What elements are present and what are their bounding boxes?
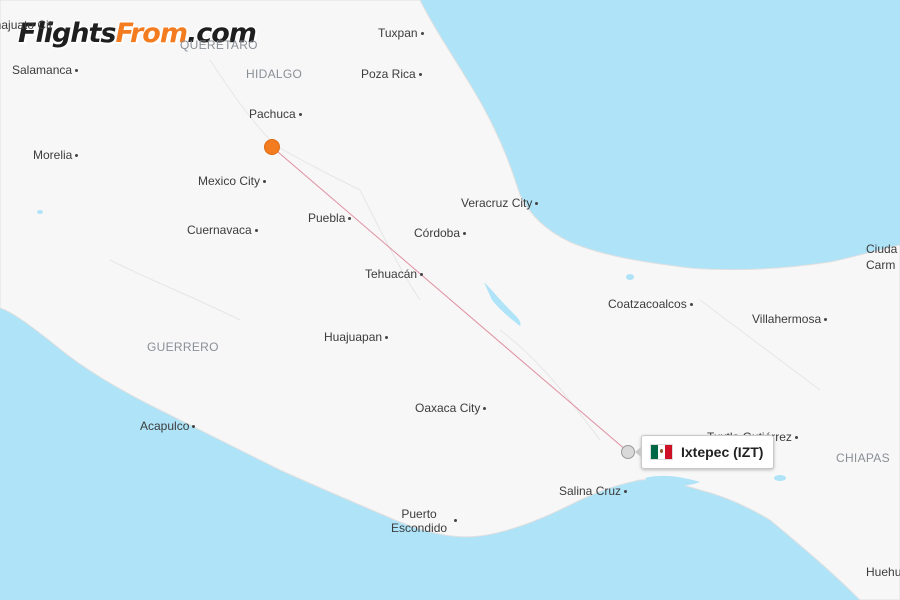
city-label-guanajuato: anajuato Cit <box>0 18 53 32</box>
city-dot <box>298 113 302 117</box>
region-label-chiapas: CHIAPAS <box>836 451 890 465</box>
city-label-puerto-escondido: Puerto Escondido <box>391 507 448 535</box>
city-label-huehuetenango: Huehu <box>866 565 900 579</box>
destination-marker-icon[interactable] <box>621 445 635 459</box>
city-label-cuernavaca: Cuernavaca <box>187 223 261 237</box>
origin-marker-icon[interactable] <box>264 139 280 155</box>
city-dot <box>483 407 487 411</box>
lake-3 <box>774 475 786 481</box>
city-label-salina-cruz: Salina Cruz <box>559 484 630 498</box>
city-label-veracruz-city: Veracruz City <box>461 196 541 210</box>
city-dot <box>824 318 828 322</box>
region-label-queretaro: QUERÉTARO <box>180 38 258 52</box>
map-base <box>0 0 900 600</box>
city-dot <box>385 336 389 340</box>
logo-part-from: From <box>115 18 187 49</box>
city-dot <box>463 232 467 236</box>
region-label-hidalgo: HIDALGO <box>246 67 303 81</box>
city-label-morelia: Morelia <box>33 148 81 162</box>
city-dot <box>75 69 79 73</box>
city-label-tuxpan: Tuxpan <box>378 26 427 40</box>
city-dot <box>263 180 267 184</box>
city-dot <box>75 154 79 158</box>
city-label-salamanca: Salamanca <box>12 63 81 77</box>
destination-airport-label: Ixtepec (IZT) <box>681 444 764 460</box>
city-dot <box>689 303 693 307</box>
city-dot <box>624 490 628 494</box>
city-label-puebla: Puebla <box>308 211 354 225</box>
lake-1 <box>626 274 634 280</box>
city-label-tehuacan: Tehuacán <box>365 267 426 281</box>
city-label-cordoba: Córdoba <box>414 226 469 240</box>
route-map[interactable]: FlightsFrom.com HIDALGO QUERÉTARO GUERRE… <box>0 0 900 600</box>
city-label-huajuapan: Huajuapan <box>324 330 391 344</box>
city-dot <box>420 32 424 36</box>
lake-2 <box>37 210 43 214</box>
city-label-coatzacoalcos: Coatzacoalcos <box>608 297 696 311</box>
city-label-oaxaca-city: Oaxaca City <box>415 401 489 415</box>
city-dot <box>348 217 352 221</box>
city-label-poza-rica: Poza Rica <box>361 67 425 81</box>
city-dot <box>254 229 258 233</box>
mexico-flag-icon <box>650 444 673 460</box>
city-dot <box>794 436 798 440</box>
city-dot <box>535 202 539 206</box>
city-label-pachuca: Pachuca <box>249 107 305 121</box>
region-label-guerrero: GUERRERO <box>147 340 219 354</box>
city-label-ciudad-carmen: Ciuda Carm <box>866 242 898 272</box>
city-label-acapulco: Acapulco <box>140 419 198 433</box>
city-dot <box>418 73 422 77</box>
city-dot <box>192 425 196 429</box>
city-label-villahermosa: Villahermosa <box>752 312 830 326</box>
city-dot <box>420 273 424 277</box>
city-label-mexico-city: Mexico City <box>198 174 269 188</box>
city-dot-puerto-escondido <box>454 519 457 522</box>
destination-tooltip[interactable]: Ixtepec (IZT) <box>634 435 775 469</box>
